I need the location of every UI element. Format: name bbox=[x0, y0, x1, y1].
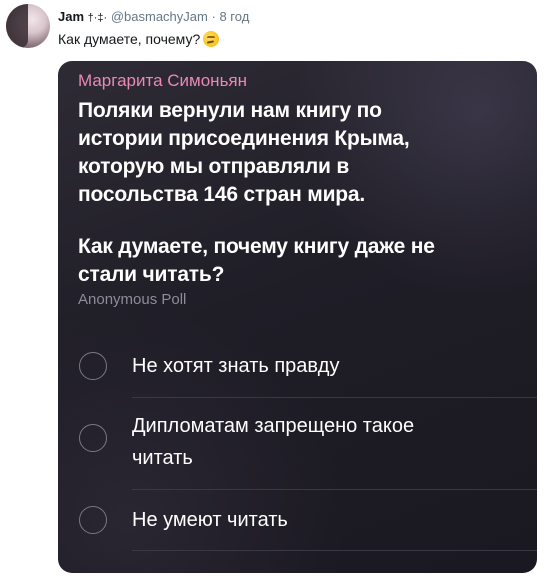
time-separator: · bbox=[211, 9, 216, 24]
poll-option-3[interactable]: Не умеют читать bbox=[58, 490, 537, 551]
author-handle[interactable]: @basmachyJam bbox=[111, 9, 208, 24]
poll-option-label-line2: читать bbox=[132, 447, 193, 469]
radio-circle-icon[interactable] bbox=[79, 506, 107, 534]
poll-question-line: Поляки вернули нам книгу по bbox=[78, 99, 382, 122]
tweet-header: Jam †·‡· @basmachyJam · 8 год bbox=[58, 9, 249, 26]
option-divider bbox=[132, 550, 537, 551]
poll-option-label: Не хотят знать правду bbox=[132, 355, 340, 377]
author-name[interactable]: Jam bbox=[58, 9, 84, 24]
avatar[interactable] bbox=[6, 4, 50, 48]
tweet-page: Jam †·‡· @basmachyJam · 8 год Как думает… bbox=[0, 0, 550, 577]
poll-option-label: Не умеют читать bbox=[132, 509, 288, 531]
poll-question-line: которую мы отправляли в bbox=[78, 155, 350, 178]
tweet-body: Как думаете, почему? bbox=[58, 31, 201, 47]
poll-content: Маргарита Симоньян Поляки вернули нам кн… bbox=[78, 71, 517, 309]
tweet-time[interactable]: 8 год bbox=[219, 9, 249, 24]
thinking-face-icon bbox=[203, 31, 220, 47]
poll-option-label: Дипломатам запрещено такое bbox=[132, 415, 415, 437]
author-symbols: †·‡· bbox=[87, 12, 108, 24]
poll-option-2[interactable]: Дипломатам запрещено такое читать bbox=[58, 398, 537, 490]
tweet-text: Как думаете, почему? bbox=[58, 30, 220, 48]
radio-circle-icon[interactable] bbox=[79, 424, 107, 452]
poll-card[interactable]: Маргарита Симоньян Поляки вернули нам кн… bbox=[58, 61, 537, 573]
poll-question-line: стали читать? bbox=[78, 263, 225, 286]
poll-type-label: Anonymous Poll bbox=[78, 291, 187, 308]
poll-question-line: Как думаете, почему книгу даже не bbox=[78, 235, 435, 258]
poll-author: Маргарита Симоньян bbox=[78, 71, 248, 90]
poll-question-line: посольства 146 стран мира. bbox=[78, 183, 366, 206]
poll-question: Поляки вернули нам книгу по истории прис… bbox=[78, 97, 517, 289]
poll-question-line: истории присоединения Крыма, bbox=[78, 127, 410, 150]
avatar-photo bbox=[6, 4, 28, 48]
poll-option-1[interactable]: Не хотят знать правду bbox=[58, 342, 537, 398]
radio-circle-icon[interactable] bbox=[79, 352, 107, 380]
